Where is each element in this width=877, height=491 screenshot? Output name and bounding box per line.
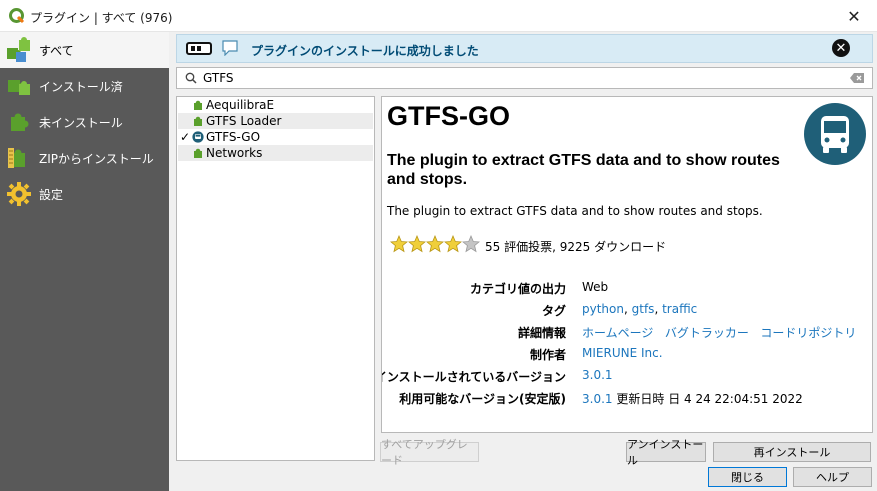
sidebar-item-label: インストール済 [39,79,123,94]
sidebar-item-label: 未インストール [39,115,123,130]
search-box [176,67,873,89]
plugin-name: AequilibraE [206,98,275,112]
clear-search-icon[interactable] [850,73,864,83]
sidebar-item-install-zip[interactable]: ZIPからインストール [0,140,169,176]
installed-version-value: 3.0.1 [582,368,613,382]
title-bar: プラグイン | すべて (976) ✕ [0,0,877,32]
sidebar-item-label: すべて [39,43,74,58]
puzzle-pieces-icon [7,37,30,62]
help-button[interactable]: ヘルプ [793,467,872,487]
puzzle-pieces-icon [8,80,30,95]
success-banner: プラグインのインストールに成功しました ✕ [176,34,873,63]
meta-label: カテゴリ値の出力 [469,282,566,296]
installed-version-link[interactable]: 3.0.1 [582,368,613,382]
gear-icon [7,182,31,206]
sidebar-item-all[interactable]: すべて [0,32,169,68]
meta-label: 制作者 [529,348,566,362]
window-title: プラグイン | すべて (976) [30,11,173,25]
close-button[interactable]: 閉じる [708,467,787,487]
meta-label: インストールされているバージョン [381,370,566,384]
banner-toggle-icon [186,42,212,55]
meta-available-version: 利用可能なバージョン(安定版) 3.0.1 更新日時 日 4 24 22:04:… [382,387,872,407]
plugin-name: Networks [206,146,263,160]
sidebar-item-label: ZIPからインストール [39,151,154,166]
bus-icon [192,131,204,143]
sidebar-item-settings[interactable]: 設定 [0,176,169,212]
puzzle-piece-icon [194,116,202,126]
tag-link[interactable]: python [582,302,624,316]
sidebar-item-not-installed[interactable]: 未インストール [0,104,169,140]
zip-puzzle-icon [8,148,25,168]
star-filled-icon [444,235,462,253]
meta-label: タグ [541,304,566,318]
sidebar-item-label: 設定 [39,187,64,202]
uninstall-button[interactable]: アンインストール [626,438,706,467]
homepage-link[interactable]: ホームページ [582,326,653,340]
upgrade-all-button[interactable]: すべてアップグレード [380,438,479,467]
links-value: ホームページ バグトラッカー コードリポジトリ [582,324,856,341]
tag-link[interactable]: traffic [662,302,697,316]
rating-stars [390,235,480,253]
author-value: MIERUNE Inc. [582,346,663,360]
meta-tags: タグ python, gtfs, traffic [382,299,872,319]
banner-close-button[interactable]: ✕ [832,39,850,57]
plugin-name: GTFS Loader [206,114,282,128]
plugin-details-panel: GTFS-GO The plugin to extract GTFS data … [381,96,873,433]
available-version-value: 3.0.1 更新日時 日 4 24 22:04:51 2022 [582,390,803,407]
meta-installed-version: インストールされているバージョン 3.0.1 [382,365,872,385]
bus-logo-icon [804,103,866,165]
bug-tracker-link[interactable]: バグトラッカー [665,326,749,340]
votes-downloads: 55 評価投票, 9225 ダウンロード [485,240,667,254]
qgis-logo-icon [9,8,25,24]
star-filled-icon [426,235,444,253]
star-filled-icon [408,235,426,253]
window-close-button[interactable]: ✕ [831,0,877,32]
banner-message: プラグインのインストールに成功しました [251,44,479,58]
plugin-subtitle: The plugin to extract GTFS data and to s… [387,152,780,188]
reinstall-button[interactable]: 再インストール [713,442,871,462]
search-input[interactable] [203,70,803,86]
plugin-list: AequilibraE GTFS Loader ✓ GTFS-GO Networ… [176,96,375,461]
list-item[interactable]: GTFS Loader [178,113,373,129]
star-empty-icon [462,235,480,253]
puzzle-piece-icon [194,148,202,158]
plugin-name: GTFS-GO [206,130,261,144]
sidebar-item-installed[interactable]: インストール済 [0,68,169,104]
puzzle-piece-icon [194,100,202,110]
sidebar: すべて インストール済 未インストール ZIPからインストール 設定 [0,32,169,491]
star-filled-icon [390,235,408,253]
list-item[interactable]: ✓ GTFS-GO [178,129,373,145]
tags-value: python, gtfs, traffic [582,302,698,316]
meta-links: 詳細情報 ホームページ バグトラッカー コードリポジトリ [382,321,872,341]
list-item[interactable]: AequilibraE [178,97,373,113]
install-checkmark: ✓ [179,130,191,144]
list-item[interactable]: Networks [178,145,373,161]
plugin-description: The plugin to extract GTFS data and to s… [387,204,763,218]
meta-author: 制作者 MIERUNE Inc. [382,343,872,363]
puzzle-piece-icon [11,113,29,131]
plugin-title: GTFS-GO [387,101,510,131]
updated-date: 更新日時 日 4 24 22:04:51 2022 [616,392,803,406]
available-version-link[interactable]: 3.0.1 [582,392,613,406]
category-value: Web [582,280,609,294]
speech-bubble-icon [222,40,238,56]
code-repository-link[interactable]: コードリポジトリ [760,326,856,340]
meta-label: 詳細情報 [517,326,566,340]
meta-category: カテゴリ値の出力 Web [382,277,872,297]
search-icon [185,72,197,84]
author-link[interactable]: MIERUNE Inc. [582,346,663,360]
meta-label: 利用可能なバージョン(安定版) [399,392,566,406]
tag-link[interactable]: gtfs [632,302,655,316]
